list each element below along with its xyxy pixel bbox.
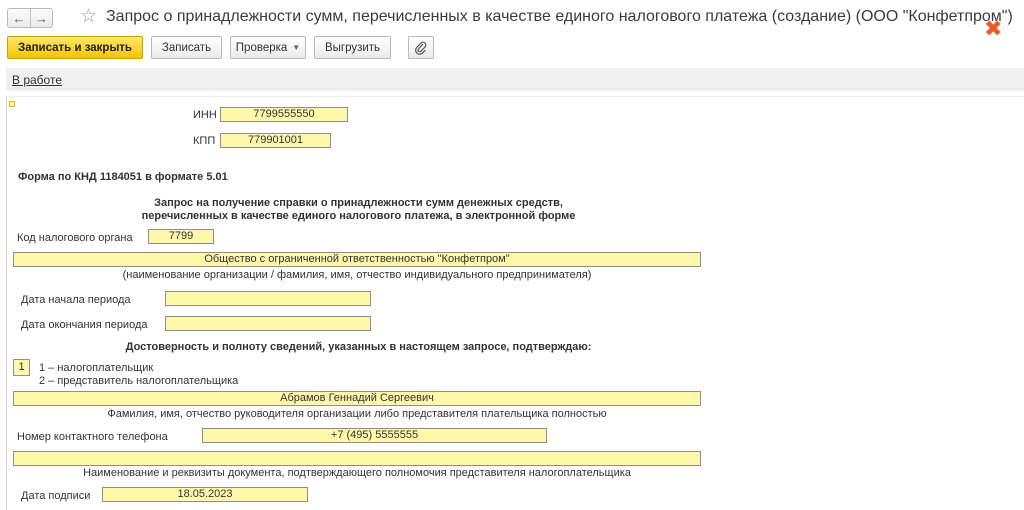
export-button[interactable]: Выгрузить (314, 36, 391, 59)
attach-button[interactable] (408, 36, 434, 59)
period-end-field[interactable] (165, 316, 371, 331)
period-start-label: Дата начала периода (21, 294, 131, 306)
confirm-heading: Достоверность и полноту сведений, указан… (125, 341, 592, 353)
save-and-close-button[interactable]: Записать и закрыть (7, 36, 143, 59)
authority-doc-caption: Наименование и реквизиты документа, подт… (83, 467, 631, 479)
org-name-field[interactable]: Общество с ограниченной ответственностью… (13, 252, 701, 267)
title-bar: ← → ☆ Запрос о принадлежности сумм, пере… (0, 0, 1024, 40)
form-corner-marker (9, 101, 15, 107)
request-form: ИНН 7799555550 КПП 779901001 Форма по КН… (6, 96, 1024, 510)
signer-option-1: 1 – налогоплательщик (39, 362, 154, 374)
phone-field[interactable]: +7 (495) 5555555 (202, 428, 547, 443)
sign-date-field[interactable]: 18.05.2023 (102, 487, 308, 502)
check-dropdown-button[interactable]: Проверка ▼ (230, 36, 306, 59)
authority-doc-field[interactable] (13, 451, 701, 466)
tax-office-field[interactable]: 7799 (148, 229, 214, 244)
save-button[interactable]: Записать (151, 36, 222, 59)
kpp-label: КПП (193, 135, 216, 147)
signer-name-caption: Фамилия, имя, отчество руководителя орга… (107, 408, 607, 420)
period-end-label: Дата окончания периода (21, 319, 148, 331)
signer-name-field[interactable]: Абрамов Геннадий Сергеевич (13, 391, 701, 406)
forward-arrow-icon[interactable]: → (30, 9, 52, 27)
favorite-star-icon[interactable]: ☆ (80, 5, 97, 28)
paperclip-icon (415, 41, 427, 55)
heading-line-1: Запрос на получение справки о принадлежн… (154, 197, 563, 209)
signer-type-field[interactable]: 1 (13, 359, 30, 376)
nav-buttons: ← → (7, 8, 53, 28)
inn-label: ИНН (193, 109, 217, 121)
phone-label: Номер контактного телефона (17, 431, 168, 443)
kpp-field[interactable]: 779901001 (220, 133, 331, 148)
back-arrow-icon[interactable]: ← (8, 9, 30, 27)
check-label: Проверка (235, 41, 288, 54)
tax-office-label: Код налогового органа (17, 232, 133, 244)
org-name-caption: (наименование организации / фамилия, имя… (122, 269, 592, 281)
toolbar: Записать и закрыть Записать Проверка ▼ В… (0, 36, 1024, 60)
heading-line-2: перечисленных в качестве единого налогов… (141, 210, 576, 222)
status-link[interactable]: В работе (12, 73, 62, 87)
form-code-label: Форма по КНД 1184051 в формате 5.01 (18, 171, 228, 183)
chevron-down-icon: ▼ (292, 43, 301, 52)
signer-option-2: 2 – представитель налогоплательщика (39, 375, 239, 387)
inn-field[interactable]: 7799555550 (220, 107, 348, 122)
status-bar: В работе (6, 68, 1024, 91)
window-title: Запрос о принадлежности сумм, перечислен… (106, 8, 1013, 25)
period-start-field[interactable] (165, 291, 371, 306)
sign-date-label: Дата подписи (21, 490, 91, 502)
